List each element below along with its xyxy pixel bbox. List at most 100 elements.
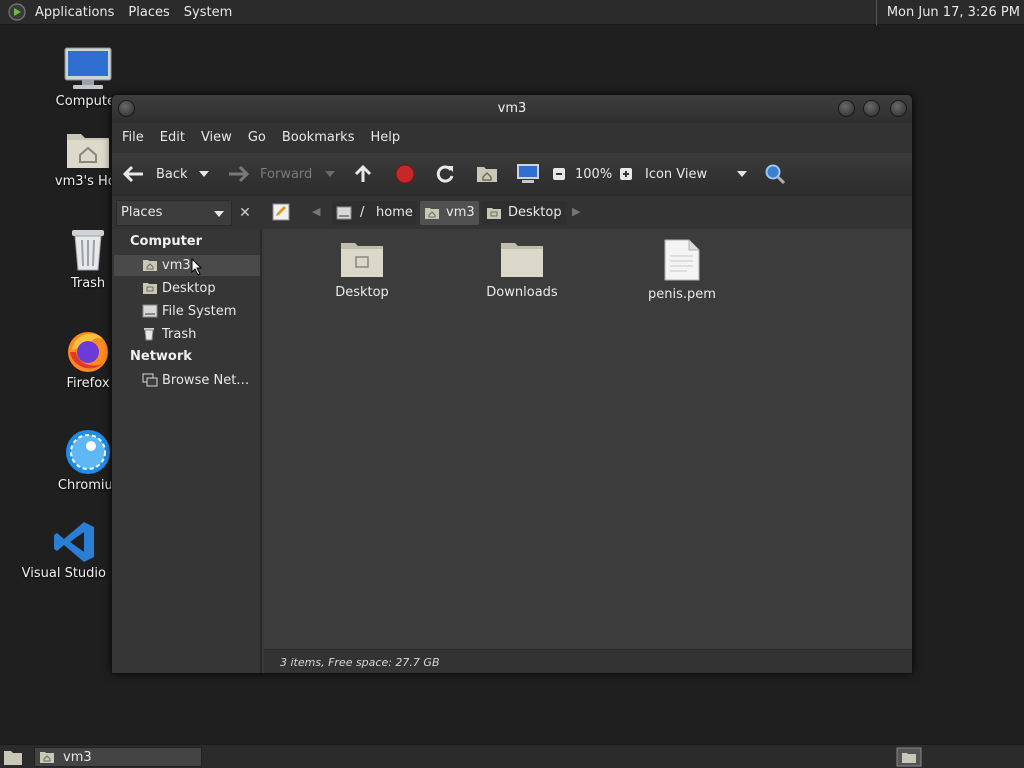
workspace-switcher-icon[interactable] — [896, 747, 922, 767]
pencil-icon — [272, 203, 290, 221]
places-sidebar: Computer vm3 Desktop File System Trash N — [112, 229, 262, 673]
window-menu-button[interactable] — [118, 100, 135, 117]
scroll-right-icon[interactable]: ▶ — [572, 205, 580, 218]
back-history-dropdown[interactable] — [198, 153, 210, 195]
sidebar-item-desktop[interactable]: Desktop — [114, 278, 260, 299]
taskbar-window-label: vm3 — [63, 749, 92, 765]
chevron-down-icon — [737, 171, 747, 177]
applications-menu[interactable]: Applications — [28, 0, 121, 25]
menu-view[interactable]: View — [193, 123, 240, 153]
menu-edit[interactable]: Edit — [152, 123, 193, 153]
sidebar-item-vm3[interactable]: vm3 — [114, 255, 260, 276]
zoom-out-button[interactable] — [552, 153, 566, 195]
network-icon — [142, 373, 158, 387]
home-folder-icon — [477, 167, 497, 182]
up-arrow-icon — [354, 164, 372, 182]
trash-icon — [72, 230, 104, 271]
drive-icon — [142, 304, 158, 318]
location-bar: Places ✕ ◀ / home vm3 Desktop ▶ — [112, 195, 912, 229]
maximize-button[interactable] — [863, 100, 880, 117]
zoom-in-button[interactable] — [619, 153, 633, 195]
side-pane-select[interactable]: Places — [116, 200, 232, 226]
file-label: penis.pem — [648, 287, 716, 302]
view-mode-select[interactable]: Icon View — [645, 153, 707, 195]
gnome-logo-icon[interactable] — [8, 3, 26, 21]
forward-history-dropdown[interactable] — [324, 153, 336, 195]
sidebar-item-label: vm3 — [162, 258, 191, 273]
zoom-in-icon — [620, 168, 632, 180]
home-folder-icon — [425, 208, 439, 219]
menu-go[interactable]: Go — [240, 123, 274, 153]
search-button[interactable] — [764, 153, 786, 195]
folder-icon — [341, 243, 383, 277]
clock[interactable]: Mon Jun 17, 3:26 PM — [875, 0, 1020, 25]
text-file-icon — [664, 239, 700, 281]
sidebar-header-computer: Computer — [130, 234, 203, 249]
edit-location-button[interactable] — [272, 203, 290, 225]
show-desktop-icon[interactable] — [3, 748, 23, 766]
toolbar: Back Forward 100% Icon View — [112, 153, 912, 195]
status-bar: 3 items, Free space: 27.7 GB — [264, 649, 912, 673]
view-mode-dropdown[interactable] — [736, 153, 748, 195]
zoom-level[interactable]: 100% — [575, 153, 612, 195]
sidebar-item-label: Desktop — [162, 281, 216, 296]
back-label: Back — [156, 166, 188, 182]
breadcrumb-separator: / — [360, 205, 365, 220]
sidebar-header-network: Network — [130, 349, 192, 364]
sidebar-item-label: File System — [162, 304, 237, 319]
firefox-icon — [68, 332, 108, 372]
chevron-down-icon — [214, 211, 224, 217]
breadcrumb-vm3[interactable]: vm3 — [420, 201, 479, 225]
window-title: vm3 — [497, 101, 527, 116]
folder-icon — [501, 243, 543, 277]
menu-file[interactable]: File — [114, 123, 152, 153]
close-side-pane-button[interactable]: ✕ — [234, 200, 256, 226]
reload-button[interactable] — [434, 153, 456, 195]
home-folder-icon — [67, 134, 109, 168]
forward-label: Forward — [260, 166, 313, 182]
breadcrumb-root[interactable]: / — [332, 201, 373, 225]
sidebar-item-label: Trash — [162, 327, 197, 342]
forward-button[interactable]: Forward — [226, 153, 312, 195]
scroll-left-icon[interactable]: ◀ — [312, 205, 320, 218]
view-mode-label: Icon View — [645, 166, 708, 182]
computer-icon — [517, 164, 539, 183]
taskbar-window-vm3[interactable]: vm3 — [34, 747, 202, 767]
desktop-folder-icon — [143, 283, 157, 294]
home-folder-icon — [40, 752, 54, 763]
file-label: Downloads — [486, 285, 558, 300]
menu-bookmarks[interactable]: Bookmarks — [274, 123, 363, 153]
file-item-pem[interactable]: penis.pem — [627, 239, 737, 302]
chevron-down-icon — [325, 171, 335, 177]
breadcrumb-desktop[interactable]: Desktop — [482, 201, 566, 225]
places-menu[interactable]: Places — [121, 0, 176, 25]
window-titlebar[interactable]: vm3 — [112, 95, 912, 123]
sidebar-item-trash[interactable]: Trash — [114, 324, 260, 345]
sidebar-item-label: Browse Net… — [162, 373, 250, 388]
sidebar-item-browse-network[interactable]: Browse Net… — [114, 370, 260, 391]
chromium-icon — [66, 430, 110, 474]
zoom-out-icon — [553, 168, 565, 180]
file-manager-window: vm3 File Edit View Go Bookmarks Help Bac… — [111, 94, 913, 674]
file-item-downloads[interactable]: Downloads — [467, 239, 577, 300]
mouse-cursor-icon — [191, 258, 203, 276]
up-button[interactable] — [352, 153, 374, 195]
menu-help[interactable]: Help — [362, 123, 408, 153]
home-button[interactable] — [476, 153, 498, 195]
breadcrumb-label: vm3 — [446, 205, 475, 220]
close-button[interactable] — [890, 100, 907, 117]
system-menu[interactable]: System — [177, 0, 239, 25]
desktop-folder-icon — [487, 208, 501, 219]
stop-button[interactable] — [394, 153, 416, 195]
home-folder-icon — [143, 260, 157, 271]
back-button[interactable]: Back — [122, 153, 188, 195]
minimize-button[interactable] — [838, 100, 855, 117]
sidebar-item-file-system[interactable]: File System — [114, 301, 260, 322]
file-label: Desktop — [335, 285, 389, 300]
breadcrumb-home[interactable]: home — [372, 201, 417, 225]
close-icon: ✕ — [239, 205, 251, 221]
computer-button[interactable] — [516, 153, 540, 195]
drive-icon — [336, 206, 352, 220]
file-item-desktop[interactable]: Desktop — [307, 239, 417, 300]
file-view[interactable]: Desktop Downloads penis.pem — [264, 229, 912, 649]
